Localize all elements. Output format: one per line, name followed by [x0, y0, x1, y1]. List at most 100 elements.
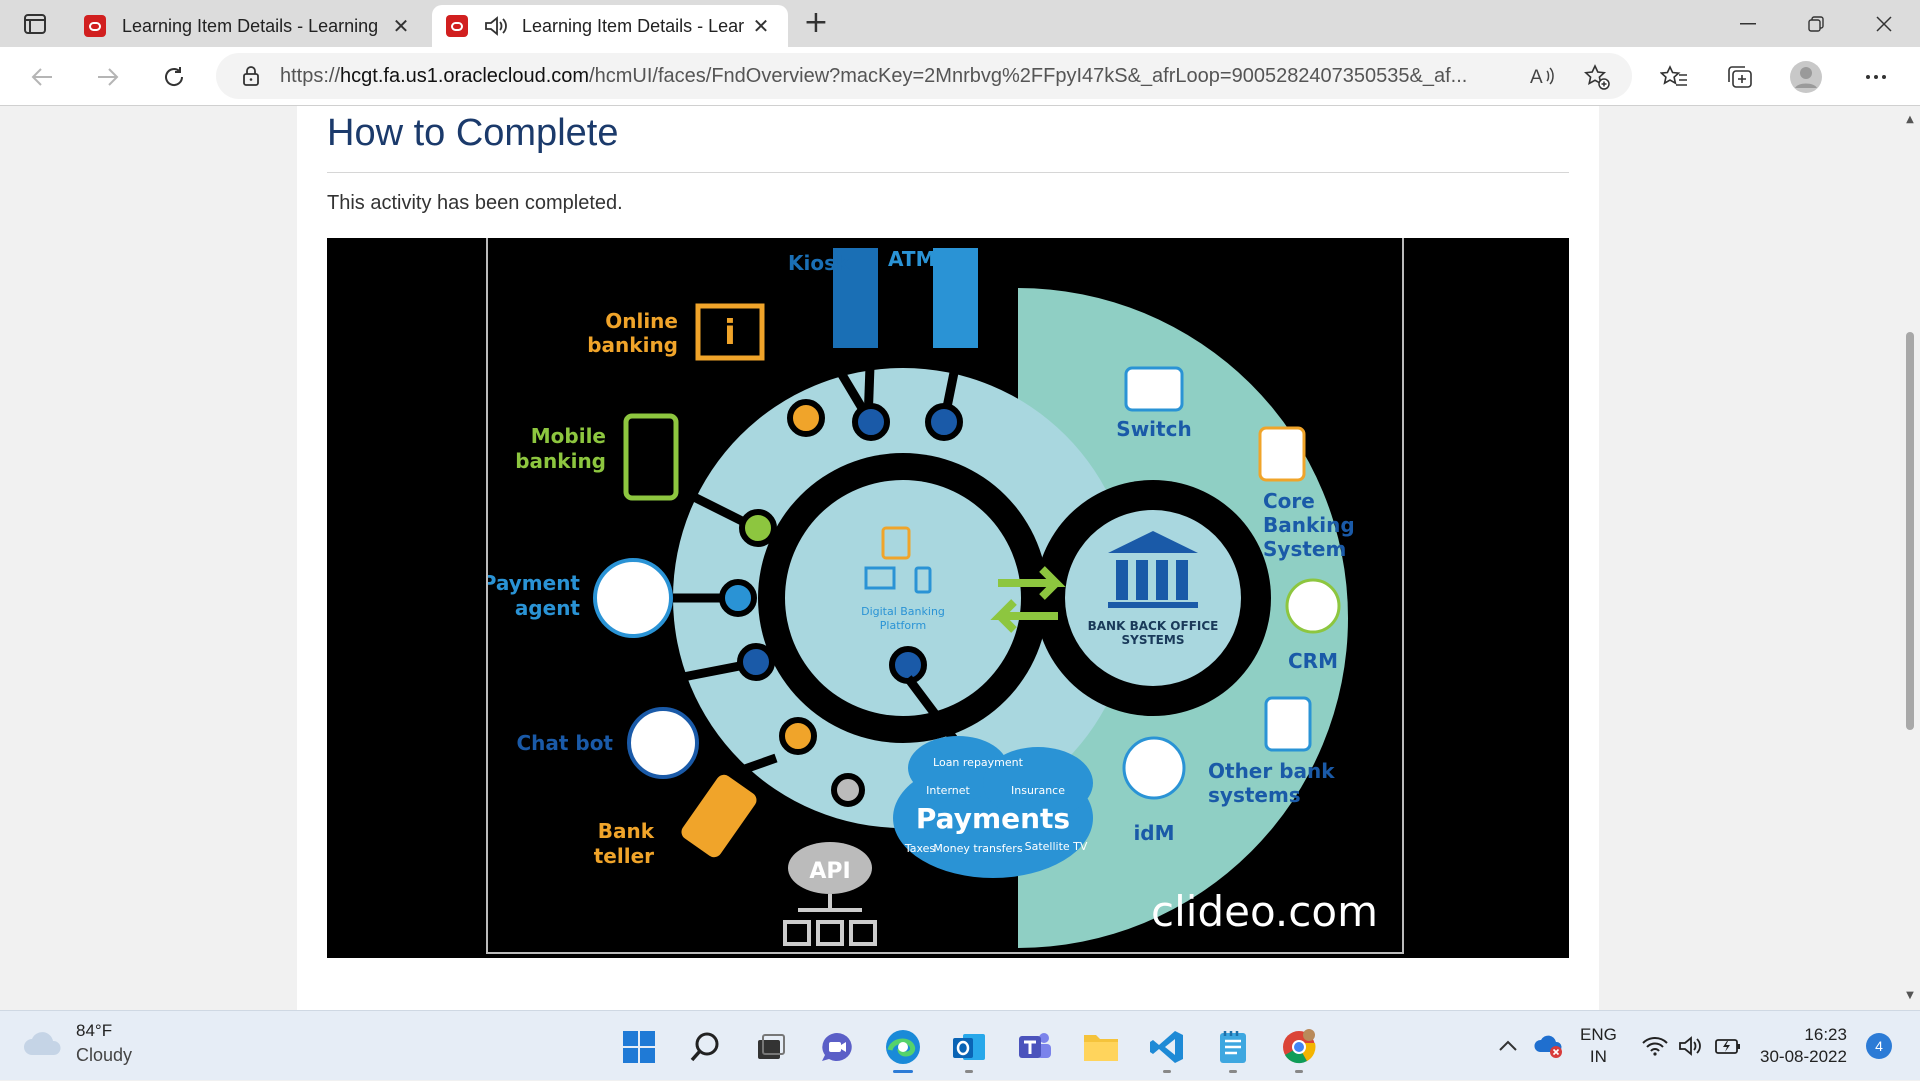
volume-button[interactable] [1678, 1011, 1704, 1081]
weather-widget[interactable]: 84°F Cloudy [22, 1021, 132, 1066]
notifications-button[interactable]: 4 [1866, 1011, 1892, 1081]
tab-actions-icon [24, 14, 46, 34]
outlook-icon [953, 1034, 985, 1060]
address-bar[interactable]: https://hcgt.fa.us1.oraclecloud.com/hcmU… [216, 53, 1632, 99]
running-indicator [1295, 1070, 1303, 1073]
url-path: /hcmUI/faces/FndOverview?macKey=2Mnrbvg%… [589, 64, 1468, 87]
audio-playing-icon[interactable] [484, 15, 508, 37]
scroll-up-icon[interactable]: ▲ [1904, 114, 1916, 126]
new-tab-button[interactable]: + [800, 8, 832, 40]
active-indicator [893, 1070, 913, 1073]
tab-actions-button[interactable] [14, 8, 56, 40]
arrow-right-icon [98, 68, 119, 86]
outlook-button[interactable] [936, 1021, 1002, 1073]
running-indicator [1229, 1070, 1237, 1073]
teams-button[interactable] [1002, 1021, 1068, 1073]
favorites-icon [1660, 65, 1687, 86]
atm-icon [933, 248, 978, 348]
digital-banking-graphic: Digital Banking Platform BANK BACK OFFIC… [488, 247, 1378, 954]
page-scrollbar[interactable]: ▲ ▼ [1900, 106, 1920, 1010]
oracle-favicon-icon [84, 15, 106, 37]
video-player[interactable]: Digital Banking Platform BANK BACK OFFIC… [327, 238, 1569, 958]
file-explorer-button[interactable] [1068, 1021, 1134, 1073]
restore-button[interactable] [1782, 0, 1850, 47]
chevron-up-icon [1499, 1040, 1517, 1051]
svg-text:Insurance: Insurance [1011, 784, 1065, 797]
core-banking-icon [1258, 426, 1306, 482]
more-icon [1866, 75, 1886, 79]
svg-text:Internet: Internet [926, 784, 970, 797]
read-aloud-icon[interactable]: A [1530, 65, 1556, 87]
svg-text:Taxes: Taxes [904, 842, 936, 855]
settings-more-button[interactable] [1856, 57, 1896, 97]
svg-text:API: API [809, 859, 850, 884]
lock-icon[interactable] [242, 65, 260, 87]
oracle-favicon-icon [446, 15, 468, 37]
vscode-icon [1150, 1031, 1183, 1063]
completion-status-text: This activity has been completed. [327, 192, 623, 214]
payments-title: Payments [916, 802, 1070, 835]
svg-text:Core: Core [1263, 489, 1315, 513]
svg-text:Bank: Bank [598, 819, 655, 843]
profile-button[interactable] [1786, 57, 1826, 97]
tab-learning-item-2[interactable]: Learning Item Details - Lear ✕ [432, 5, 788, 47]
chrome-button[interactable] [1266, 1021, 1332, 1073]
tab-close-icon[interactable]: ✕ [748, 14, 774, 38]
tab-learning-item-1[interactable]: Learning Item Details - Learning ✕ [70, 5, 428, 47]
task-view-icon [758, 1034, 785, 1059]
chat-bot-icon [627, 707, 699, 779]
windows-logo-icon [623, 1031, 655, 1063]
tab-close-icon[interactable]: ✕ [388, 14, 414, 38]
arrow-left-icon [31, 68, 52, 86]
switch-icon [1124, 366, 1184, 412]
minimize-button[interactable] [1714, 0, 1782, 47]
add-favorite-icon[interactable] [1584, 64, 1610, 90]
svg-text:Banking: Banking [1263, 513, 1355, 537]
close-window-button[interactable] [1850, 0, 1918, 47]
svg-text:idM: idM [1133, 821, 1174, 845]
battery-button[interactable] [1714, 1011, 1742, 1081]
url-scheme: https:// [280, 64, 341, 87]
language-indicator[interactable]: ENG IN [1580, 1011, 1622, 1081]
language-code: ENG [1580, 1025, 1617, 1044]
scroll-thumb[interactable] [1906, 332, 1914, 730]
content-card: How to Complete This activity has been c… [297, 106, 1599, 1010]
svg-text:System: System [1263, 537, 1346, 561]
svg-text:systems: systems [1208, 783, 1301, 807]
collections-button[interactable] [1720, 57, 1760, 97]
clock[interactable]: 16:23 30-08-2022 [1760, 1011, 1858, 1081]
edge-browser-button[interactable] [870, 1021, 936, 1073]
network-button[interactable] [1642, 1011, 1668, 1081]
browser-toolbar: https://hcgt.fa.us1.oraclecloud.com/hcmU… [0, 47, 1920, 106]
refresh-button[interactable] [154, 57, 194, 97]
notepad-button[interactable] [1200, 1021, 1266, 1073]
favorites-button[interactable] [1654, 57, 1694, 97]
task-view-button[interactable] [738, 1021, 804, 1073]
other-systems-icon [1264, 696, 1312, 752]
svg-text:CRM: CRM [1288, 649, 1338, 673]
forward-button[interactable] [88, 57, 128, 97]
center-label: Digital Banking [861, 605, 945, 618]
tab-title: Learning Item Details - Lear [522, 15, 745, 36]
volume-icon [1679, 1036, 1701, 1056]
vscode-button[interactable] [1134, 1021, 1200, 1073]
svg-text:Chat bot: Chat bot [516, 731, 613, 755]
clideo-watermark: clideo.com [1151, 887, 1378, 936]
onedrive-button[interactable] [1534, 1011, 1564, 1081]
weather-temp: 84°F [76, 1021, 113, 1040]
url-host: hcgt.fa.us1.oraclecloud.com [340, 64, 590, 87]
divider [327, 172, 1569, 173]
tray-overflow-button[interactable] [1498, 1011, 1518, 1081]
back-button[interactable] [22, 57, 62, 97]
svg-text:Switch: Switch [1116, 417, 1191, 441]
url-text[interactable]: https://hcgt.fa.us1.oraclecloud.com/hcmU… [280, 65, 1510, 88]
running-indicator [1163, 1070, 1171, 1073]
clock-date: 30-08-2022 [1760, 1047, 1847, 1066]
svg-text:teller: teller [594, 844, 654, 868]
svg-text:Platform: Platform [880, 619, 926, 632]
teams-chat-button[interactable] [804, 1021, 870, 1073]
search-button[interactable] [672, 1021, 738, 1073]
scroll-down-icon[interactable]: ▼ [1904, 990, 1916, 1002]
weather-condition: Cloudy [76, 1045, 133, 1065]
start-button[interactable] [606, 1021, 672, 1073]
